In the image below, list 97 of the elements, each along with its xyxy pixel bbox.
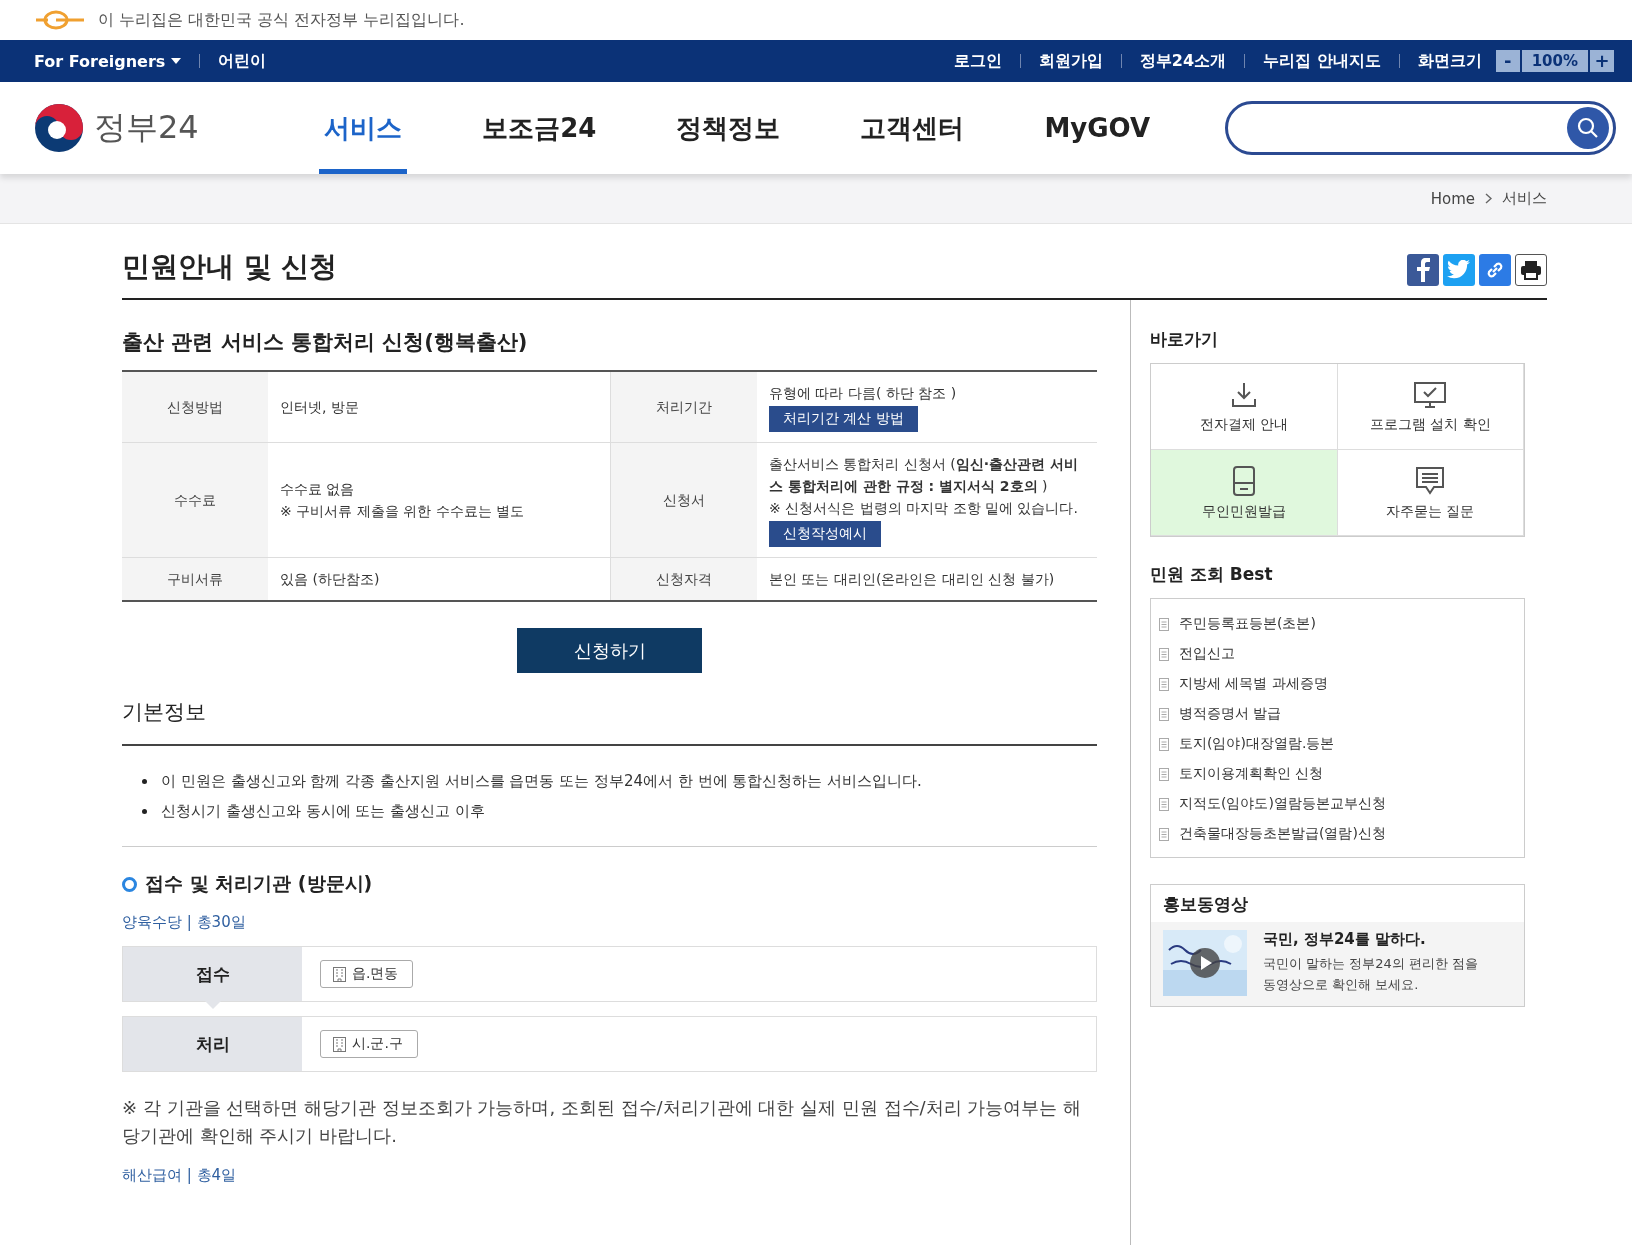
link-share-button[interactable] (1479, 254, 1511, 286)
document-icon (1159, 677, 1169, 691)
step-label: 처리 (123, 1017, 302, 1071)
sidebar-heading: 민원 조회 Best (1150, 563, 1274, 586)
table-cell-text: 유형에 따라 다름( 하단 참조 ) (769, 384, 958, 403)
breadcrumb-item[interactable]: Home (1430, 189, 1475, 208)
zoom-value: 100% (1521, 50, 1588, 72)
egov-logo-icon (34, 10, 86, 30)
video-headline[interactable]: 국민, 정부24를 말하다. (1263, 930, 1485, 949)
kiosk-icon (1231, 464, 1256, 497)
video-section-title: 홍보동영상 (1162, 893, 1249, 916)
document-icon (1159, 827, 1169, 841)
facebook-icon (1415, 258, 1431, 282)
zoom-in-button[interactable]: + (1590, 50, 1614, 72)
document-icon (1159, 617, 1169, 631)
best-service-link[interactable]: 토지이용계획확인 신청 (1179, 765, 1324, 783)
document-icon (1159, 797, 1169, 811)
search-field[interactable] (1225, 101, 1616, 155)
logo-text: 정부24 (94, 107, 199, 148)
facebook-share-button[interactable] (1407, 254, 1439, 286)
subsection-heading: 접수 및 처리기관 (방문시) (145, 871, 373, 896)
office-button[interactable]: 읍.면동 (320, 960, 414, 988)
table-cell-text: 본인 또는 대리인(온라인은 대리인 신청 불가) (769, 570, 1056, 589)
table-header-cell: 처리기간 (610, 371, 757, 443)
document-icon (1159, 647, 1169, 661)
page-title: 민원안내 및 신청 (122, 249, 338, 285)
notice-text: 이 누리집은 대한민국 공식 전자정부 누리집입니다. (98, 9, 465, 31)
search-button[interactable] (1567, 107, 1609, 149)
table-cell-text: 인터넷, 방문 (280, 398, 360, 417)
best-service-link[interactable]: 건축물대장등초본발급(열람)신청 (1179, 825, 1386, 843)
best-service-link[interactable]: 주민등록표등본(초본) (1179, 615, 1316, 633)
bullet-text: 신청시기 출생신고와 동시에 또는 출생신고 이후 (161, 801, 485, 821)
monitor-icon (1413, 379, 1448, 410)
nav-tab[interactable]: 보조금24 (477, 82, 602, 174)
table-cell-text: 있음 (하단참조) (280, 570, 381, 589)
table-cell-button[interactable]: 처리기간 계산 방법 (769, 406, 918, 432)
shortcut-tile[interactable]: 무인민원발급 (1151, 450, 1338, 536)
print-button[interactable] (1515, 254, 1547, 286)
service-title: 출산 관련 서비스 통합처리 신청(행복출산) (122, 329, 529, 356)
apply-button[interactable]: 신청하기 (517, 628, 702, 673)
benefit-link[interactable]: 양육수당 | 총30일 (122, 913, 246, 932)
table-cell-button[interactable]: 신청작성예시 (769, 521, 881, 547)
caret-icon (171, 58, 182, 64)
document-icon (1159, 767, 1169, 781)
best-service-link[interactable]: 토지(임야)대장열람.등본 (1179, 735, 1335, 753)
document-icon (1159, 707, 1169, 721)
breadcrumb-item[interactable]: 서비스 (1502, 189, 1547, 208)
best-service-link[interactable]: 전입신고 (1179, 645, 1235, 663)
table-header-cell: 구비서류 (122, 557, 268, 601)
bullet-dot-icon (142, 778, 147, 784)
table-cell-text: ※ 신청서식은 법령의 마지막 조항 밑에 있습니다. (769, 499, 1079, 518)
bullet-text: 이 민원은 출생신고와 함께 각종 출산지원 서비스를 읍면동 또는 정부24에서 한 번에 통합신청하는 서비스입니다. (161, 771, 922, 791)
table-header-cell: 신청방법 (122, 371, 268, 443)
printer-icon (1520, 260, 1542, 280)
notice-paragraph: ※ 각 기관을 선택하면 해당기관 정보조회가 가능하며, 조회된 접수/처리기관에 대한 실제 민원 접수/처리 가능여부는 해당기관에 확인해 주시기 바랍니다. (122, 1096, 1083, 1148)
building-icon (333, 1036, 346, 1052)
zoom-label: 화면크기 (1417, 50, 1482, 72)
sidebar-heading: 바로가기 (1150, 328, 1219, 351)
video-description: 국민이 말하는 정부24의 편리한 점을 동영상으로 확인해 보세요. (1263, 955, 1480, 994)
top-link[interactable]: 정부24소개 (1139, 50, 1227, 72)
play-icon[interactable] (1190, 948, 1220, 978)
top-link[interactable]: 누리집 안내지도 (1263, 50, 1381, 72)
table-header-cell: 신청자격 (610, 557, 757, 601)
step-arrow-icon (205, 1001, 221, 1009)
best-service-link[interactable]: 지방세 세목별 과세증명 (1179, 675, 1328, 693)
bird-icon (1447, 260, 1471, 280)
chevron-right-icon (1485, 193, 1492, 204)
bullet-dot-icon (142, 808, 147, 814)
table-cell-text: 출산서비스 통합처리 신청서 (임신·출산관련 서비스 통합처리에 관한 규정 : 별지서식 2호의 ) (769, 455, 1079, 496)
top-link[interactable]: 어린이 (218, 50, 267, 72)
office-button[interactable]: 시.군.구 (320, 1030, 418, 1058)
nav-tab[interactable]: MyGOV (1039, 82, 1156, 174)
benefit-link[interactable]: 해산급여 | 총4일 (122, 1166, 237, 1185)
table-cell-text: 수수료 없음 (280, 480, 356, 499)
shortcut-tile[interactable]: 자주묻는 질문 (1337, 450, 1524, 536)
ring-bullet-icon (122, 876, 137, 892)
top-link[interactable]: 로그인 (953, 50, 1002, 72)
building-icon (333, 966, 346, 982)
shortcut-tile[interactable]: 프로그램 설치 확인 (1337, 364, 1524, 450)
step-label: 접수 (123, 947, 302, 1001)
table-header-cell: 수수료 (122, 442, 268, 558)
nav-tab[interactable]: 고객센터 (855, 82, 970, 174)
table-cell-text: ※ 구비서류 제출을 위한 수수료는 별도 (280, 502, 525, 521)
language-dropdown[interactable]: For Foreigners (34, 51, 182, 71)
best-service-link[interactable]: 지적도(임야도)열람등본교부신청 (1179, 795, 1386, 813)
twitter-share-button[interactable] (1443, 254, 1475, 286)
best-service-link[interactable]: 병적증명서 발급 (1179, 705, 1282, 723)
nav-tab[interactable]: 정책정보 (671, 82, 786, 174)
table-header-cell: 신청서 (610, 442, 757, 558)
taegeuk-logo-icon (34, 103, 84, 153)
top-link[interactable]: 회원가입 (1038, 50, 1103, 72)
document-icon (1159, 737, 1169, 751)
zoom-out-button[interactable]: - (1495, 50, 1520, 72)
chat-icon (1414, 464, 1447, 497)
shortcut-tile[interactable]: 전자결제 안내 (1151, 364, 1338, 450)
search-icon (1577, 117, 1599, 139)
section-heading: 기본정보 (122, 698, 1097, 746)
